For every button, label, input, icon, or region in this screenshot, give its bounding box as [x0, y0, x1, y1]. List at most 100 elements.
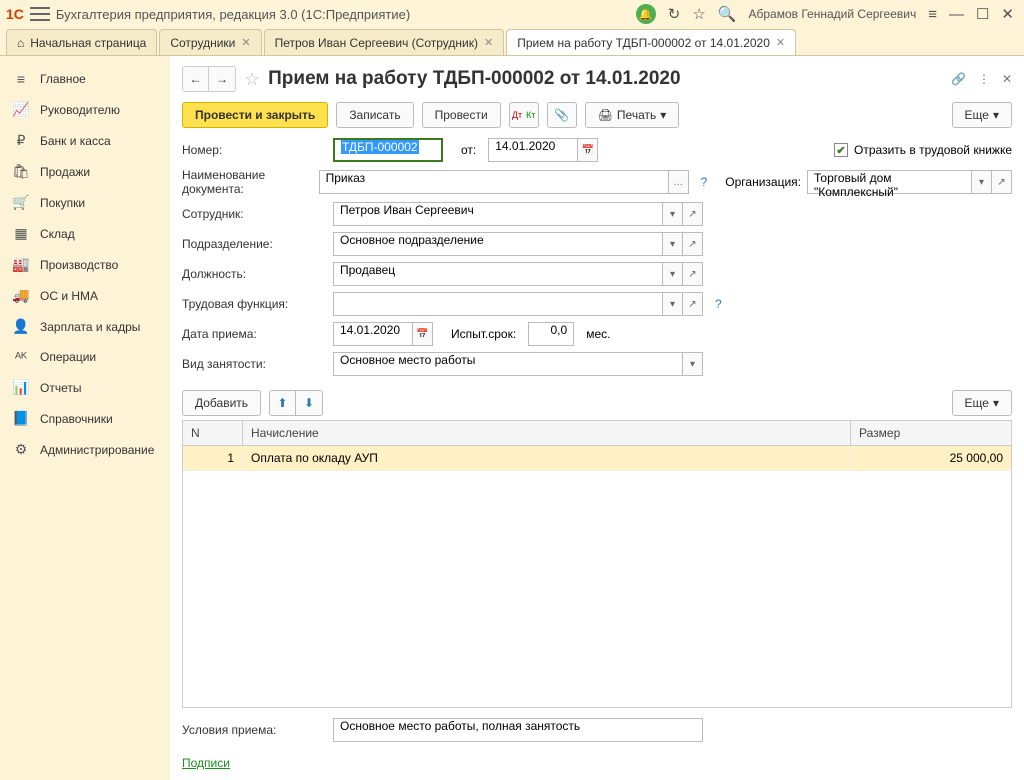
add-row-button[interactable]: Добавить: [182, 390, 261, 416]
gear-icon: ⚙: [12, 441, 30, 458]
cell-amount: 25 000,00: [851, 446, 1011, 470]
favorite-icon[interactable]: ☆: [244, 69, 260, 90]
chevron-down-icon[interactable]: ▾: [663, 202, 683, 226]
org-input[interactable]: Торговый дом "Комплексный": [807, 170, 972, 194]
cart-icon: 🛒: [12, 194, 30, 211]
maximize-icon[interactable]: ☐: [976, 5, 989, 23]
org-label: Организация:: [725, 175, 801, 189]
sidebar-item-operations[interactable]: ᴬᴷОперации: [0, 342, 170, 372]
search-icon[interactable]: 🔍: [718, 5, 737, 23]
forward-button[interactable]: →: [209, 67, 235, 91]
table-row[interactable]: 1 Оплата по окладу АУП 25 000,00: [183, 446, 1011, 471]
sidebar-item-admin[interactable]: ⚙Администрирование: [0, 434, 170, 465]
main-menu-icon[interactable]: [30, 7, 50, 21]
help-icon[interactable]: ?: [701, 175, 708, 189]
print-button[interactable]: 🖨Печать▾: [585, 102, 680, 128]
chevron-down-icon[interactable]: ▾: [972, 170, 992, 194]
reflect-checkbox[interactable]: ✔ Отразить в трудовой книжке: [834, 143, 1012, 157]
post-and-close-button[interactable]: Провести и закрыть: [182, 102, 328, 128]
sidebar-item-stock[interactable]: ▦Склад: [0, 218, 170, 249]
attach-button[interactable]: 📎: [547, 102, 577, 128]
move-down-button[interactable]: ⬇: [296, 391, 322, 415]
col-accrual[interactable]: Начисление: [243, 421, 851, 445]
movements-button[interactable]: ДтКт: [509, 102, 539, 128]
func-input[interactable]: [333, 292, 663, 316]
calendar-icon[interactable]: 📅: [413, 322, 433, 346]
tab-employees[interactable]: Сотрудники ✕: [159, 29, 261, 55]
sidebar-item-reports[interactable]: 📊Отчеты: [0, 372, 170, 403]
ruble-icon: ₽: [12, 132, 30, 149]
more-button[interactable]: Еще▾: [952, 102, 1012, 128]
cond-input[interactable]: Основное место работы, полная занятость: [333, 718, 703, 742]
table-more-button[interactable]: Еще▾: [952, 390, 1012, 416]
close-icon[interactable]: ✕: [241, 36, 250, 49]
signatures-link[interactable]: Подписи: [182, 756, 230, 770]
hire-date-label: Дата приема:: [182, 327, 327, 341]
col-n[interactable]: N: [183, 421, 243, 445]
document-title: Прием на работу ТДБП-000002 от 14.01.202…: [268, 68, 943, 90]
number-input[interactable]: ТДБП-000002: [333, 138, 443, 162]
tab-hire-doc[interactable]: Прием на работу ТДБП-000002 от 14.01.202…: [506, 29, 796, 55]
history-icon[interactable]: ↻: [668, 5, 681, 23]
link-icon[interactable]: 🔗: [951, 72, 966, 86]
employee-input[interactable]: Петров Иван Сергеевич: [333, 202, 663, 226]
user-name[interactable]: Абрамов Геннадий Сергеевич: [749, 7, 917, 21]
calendar-icon[interactable]: 📅: [578, 138, 598, 162]
tabbar: ⌂ Начальная страница Сотрудники ✕ Петров…: [0, 28, 1024, 56]
col-amount[interactable]: Размер: [851, 421, 1011, 445]
sidebar-item-purchases[interactable]: 🛒Покупки: [0, 187, 170, 218]
chevron-down-icon: ▾: [993, 396, 999, 410]
help-icon[interactable]: ?: [715, 297, 722, 311]
chevron-down-icon: ▾: [660, 108, 666, 122]
tab-home[interactable]: ⌂ Начальная страница: [6, 29, 157, 55]
sidebar-item-references[interactable]: 📘Справочники: [0, 403, 170, 434]
nav-buttons: ← →: [182, 66, 236, 92]
sidebar-item-sales[interactable]: 🛍Продажи: [0, 156, 170, 187]
sidebar-item-production[interactable]: 🏭Производство: [0, 249, 170, 280]
save-button[interactable]: Записать: [336, 102, 413, 128]
close-icon[interactable]: ✕: [1001, 5, 1014, 23]
sidebar: ≡Главное 📈Руководителю ₽Банк и касса 🛍Пр…: [0, 56, 170, 780]
open-icon[interactable]: ↗: [683, 262, 703, 286]
close-icon[interactable]: ✕: [1002, 72, 1012, 86]
back-button[interactable]: ←: [183, 67, 209, 91]
sidebar-item-assets[interactable]: 🚚ОС и НМА: [0, 280, 170, 311]
docname-input[interactable]: Приказ: [319, 170, 669, 194]
close-icon[interactable]: ✕: [776, 36, 785, 49]
star-icon[interactable]: ☆: [692, 5, 705, 23]
move-up-button[interactable]: ⬆: [270, 391, 296, 415]
emp-type-label: Вид занятости:: [182, 357, 327, 371]
chevron-down-icon: ▾: [993, 108, 999, 122]
hire-date-input[interactable]: 14.01.2020: [333, 322, 413, 346]
bell-icon[interactable]: 🔔: [636, 4, 656, 24]
sidebar-item-bank[interactable]: ₽Банк и касса: [0, 125, 170, 156]
probation-input[interactable]: 0,0: [528, 322, 574, 346]
checkbox-icon: ✔: [834, 143, 848, 157]
minimize-icon[interactable]: —: [949, 6, 964, 23]
sidebar-item-manager[interactable]: 📈Руководителю: [0, 94, 170, 125]
date-input[interactable]: 14.01.2020: [488, 138, 578, 162]
report-icon: 📊: [12, 379, 30, 396]
post-button[interactable]: Провести: [422, 102, 501, 128]
open-icon[interactable]: ↗: [683, 202, 703, 226]
position-input[interactable]: Продавец: [333, 262, 663, 286]
chevron-down-icon[interactable]: ▾: [663, 292, 683, 316]
close-icon[interactable]: ✕: [484, 36, 493, 49]
dept-input[interactable]: Основное подразделение: [333, 232, 663, 256]
tab-employee-card[interactable]: Петров Иван Сергеевич (Сотрудник) ✕: [264, 29, 505, 55]
chevron-down-icon[interactable]: ▾: [663, 262, 683, 286]
open-icon[interactable]: ↗: [683, 232, 703, 256]
cond-label: Условия приема:: [182, 723, 327, 737]
emp-type-input[interactable]: Основное место работы: [333, 352, 683, 376]
sidebar-item-main[interactable]: ≡Главное: [0, 64, 170, 94]
sidebar-item-hr[interactable]: 👤Зарплата и кадры: [0, 311, 170, 342]
select-icon[interactable]: …: [669, 170, 689, 194]
chevron-down-icon[interactable]: ▾: [663, 232, 683, 256]
open-icon[interactable]: ↗: [992, 170, 1012, 194]
user-menu-icon[interactable]: ≡: [928, 6, 937, 23]
grid-icon: ▦: [12, 225, 30, 242]
chevron-down-icon[interactable]: ▾: [683, 352, 703, 376]
open-icon[interactable]: ↗: [683, 292, 703, 316]
from-label: от:: [461, 143, 476, 157]
more-icon[interactable]: ⋮: [978, 72, 990, 86]
